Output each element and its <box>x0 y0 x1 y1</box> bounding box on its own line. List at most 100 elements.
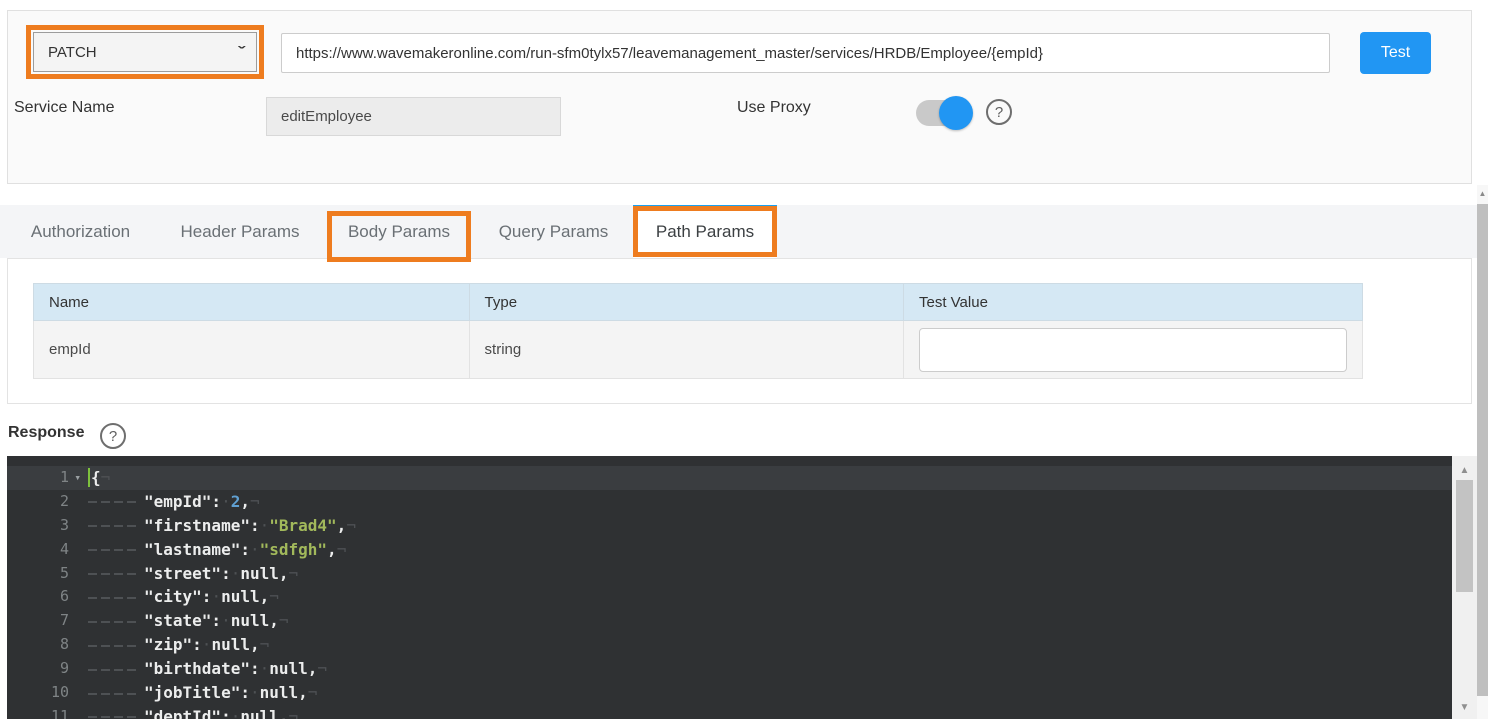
editor-scroll-down-icon[interactable]: ▼ <box>1452 701 1477 715</box>
table-row: empIdstring <box>34 321 1363 379</box>
eol-mark: ¬ <box>317 659 327 678</box>
json-value: null <box>260 683 299 702</box>
toggle-knob <box>939 96 973 130</box>
line-number: 5 <box>7 562 81 586</box>
json-value: null <box>240 564 279 583</box>
code-content: "birthdate":·null,¬ <box>81 657 327 681</box>
request-url-input[interactable] <box>281 33 1330 73</box>
comma-token: , <box>250 635 260 654</box>
use-proxy-toggle[interactable] <box>916 100 971 126</box>
indent-whitespace-marks <box>88 621 140 623</box>
editor-scrollbar[interactable]: ▲ ▼ <box>1452 456 1477 719</box>
json-key: "jobTitle": <box>144 683 250 702</box>
editor-line: 10"jobTitle":·null,¬ <box>7 681 1452 705</box>
response-help-icon[interactable]: ? <box>100 423 126 449</box>
use-proxy-help-icon[interactable]: ? <box>986 99 1012 125</box>
code-content: "city":·null,¬ <box>81 585 279 609</box>
indent-whitespace-marks <box>88 645 140 647</box>
table-header-row: NameTypeTest Value <box>34 284 1363 321</box>
tab-header-params[interactable]: Header Params <box>172 205 308 258</box>
json-key: "city": <box>144 587 211 606</box>
code-content: "deptId":·null,¬ <box>81 705 298 719</box>
space-mark: · <box>231 564 241 583</box>
test-value-input[interactable] <box>919 328 1347 372</box>
eol-mark: ¬ <box>260 635 270 654</box>
editor-line: 8"zip":·null,¬ <box>7 633 1452 657</box>
code-content: "lastname":·"sdfgh",¬ <box>81 538 346 562</box>
eol-mark: ¬ <box>308 683 318 702</box>
comma-token: , <box>308 659 318 678</box>
json-value: 2 <box>231 492 241 511</box>
comma-token: , <box>337 516 347 535</box>
editor-scroll-up-icon[interactable]: ▲ <box>1452 464 1477 478</box>
param-type-cell: string <box>469 321 903 379</box>
eol-mark: ¬ <box>279 611 289 630</box>
json-value: null <box>231 611 270 630</box>
page-scrollbar-thumb[interactable] <box>1477 204 1488 696</box>
editor-line: 1▾{¬ <box>7 466 1452 490</box>
eol-mark: ¬ <box>269 587 279 606</box>
json-value: null <box>269 659 308 678</box>
line-number: 3 <box>7 514 81 538</box>
eol-mark: ¬ <box>289 707 299 719</box>
page-scrollbar[interactable]: ▲ <box>1477 185 1488 719</box>
indent-whitespace-marks <box>88 597 140 599</box>
tab-query-params[interactable]: Query Params <box>492 205 615 258</box>
comma-token: , <box>279 564 289 583</box>
editor-line: 6"city":·null,¬ <box>7 585 1452 609</box>
line-number: 10 <box>7 681 81 705</box>
column-header-type: Type <box>469 284 903 321</box>
space-mark: · <box>250 683 260 702</box>
page-scroll-up-icon[interactable]: ▲ <box>1477 188 1488 200</box>
param-test-value-cell <box>903 321 1362 379</box>
editor-line: 11"deptId":·null,¬ <box>7 705 1452 719</box>
code-content: "street":·null,¬ <box>81 562 298 586</box>
comma-token: , <box>327 540 337 559</box>
rest-service-test-page: PATCH ˇ Test Service Name Use Proxy ? Au… <box>0 0 1488 719</box>
editor-line: 9"birthdate":·null,¬ <box>7 657 1452 681</box>
editor-lines: 1▾{¬2"empId":·2,¬3"firstname":·"Brad4",¬… <box>7 466 1452 719</box>
path-params-table: NameTypeTest Value empIdstring <box>33 283 1363 379</box>
http-method-select[interactable]: PATCH ˇ <box>33 32 257 72</box>
line-number: 6 <box>7 585 81 609</box>
indent-whitespace-marks <box>88 669 140 671</box>
use-proxy-label: Use Proxy <box>737 99 811 117</box>
code-content: {¬ <box>81 466 110 490</box>
eol-mark: ¬ <box>337 540 347 559</box>
indent-whitespace-marks <box>88 501 140 503</box>
brace-token: { <box>91 468 101 487</box>
editor-scrollbar-thumb[interactable] <box>1456 480 1473 592</box>
code-content: "jobTitle":·null,¬ <box>81 681 317 705</box>
fold-arrow-icon: ▾ <box>74 466 81 490</box>
json-key: "state": <box>144 611 221 630</box>
editor-line: 4"lastname":·"sdfgh",¬ <box>7 538 1452 562</box>
test-button[interactable]: Test <box>1360 32 1431 74</box>
json-value: "sdfgh" <box>260 540 327 559</box>
line-number: 8 <box>7 633 81 657</box>
json-value: "Brad4" <box>269 516 336 535</box>
space-mark: · <box>211 587 221 606</box>
json-key: "zip": <box>144 635 202 654</box>
space-mark: · <box>221 492 231 511</box>
line-number: 11 <box>7 705 81 719</box>
json-key: "empId": <box>144 492 221 511</box>
eol-mark: ¬ <box>346 516 356 535</box>
body-params-highlight-box <box>327 211 471 262</box>
comma-token: , <box>260 587 270 606</box>
editor-line: 5"street":·null,¬ <box>7 562 1452 586</box>
comma-token: , <box>269 611 279 630</box>
code-content: "state":·null,¬ <box>81 609 289 633</box>
comma-token: , <box>298 683 308 702</box>
indent-whitespace-marks <box>88 525 140 527</box>
line-number: 1▾ <box>7 466 81 490</box>
json-value: null <box>240 707 279 719</box>
response-code-editor[interactable]: 1▾{¬2"empId":·2,¬3"firstname":·"Brad4",¬… <box>7 456 1452 719</box>
code-content: "empId":·2,¬ <box>81 490 260 514</box>
tab-authorization[interactable]: Authorization <box>22 205 139 258</box>
line-number: 9 <box>7 657 81 681</box>
editor-line: 7"state":·null,¬ <box>7 609 1452 633</box>
space-mark: · <box>202 635 212 654</box>
line-number: 2 <box>7 490 81 514</box>
code-content: "firstname":·"Brad4",¬ <box>81 514 356 538</box>
line-number: 7 <box>7 609 81 633</box>
